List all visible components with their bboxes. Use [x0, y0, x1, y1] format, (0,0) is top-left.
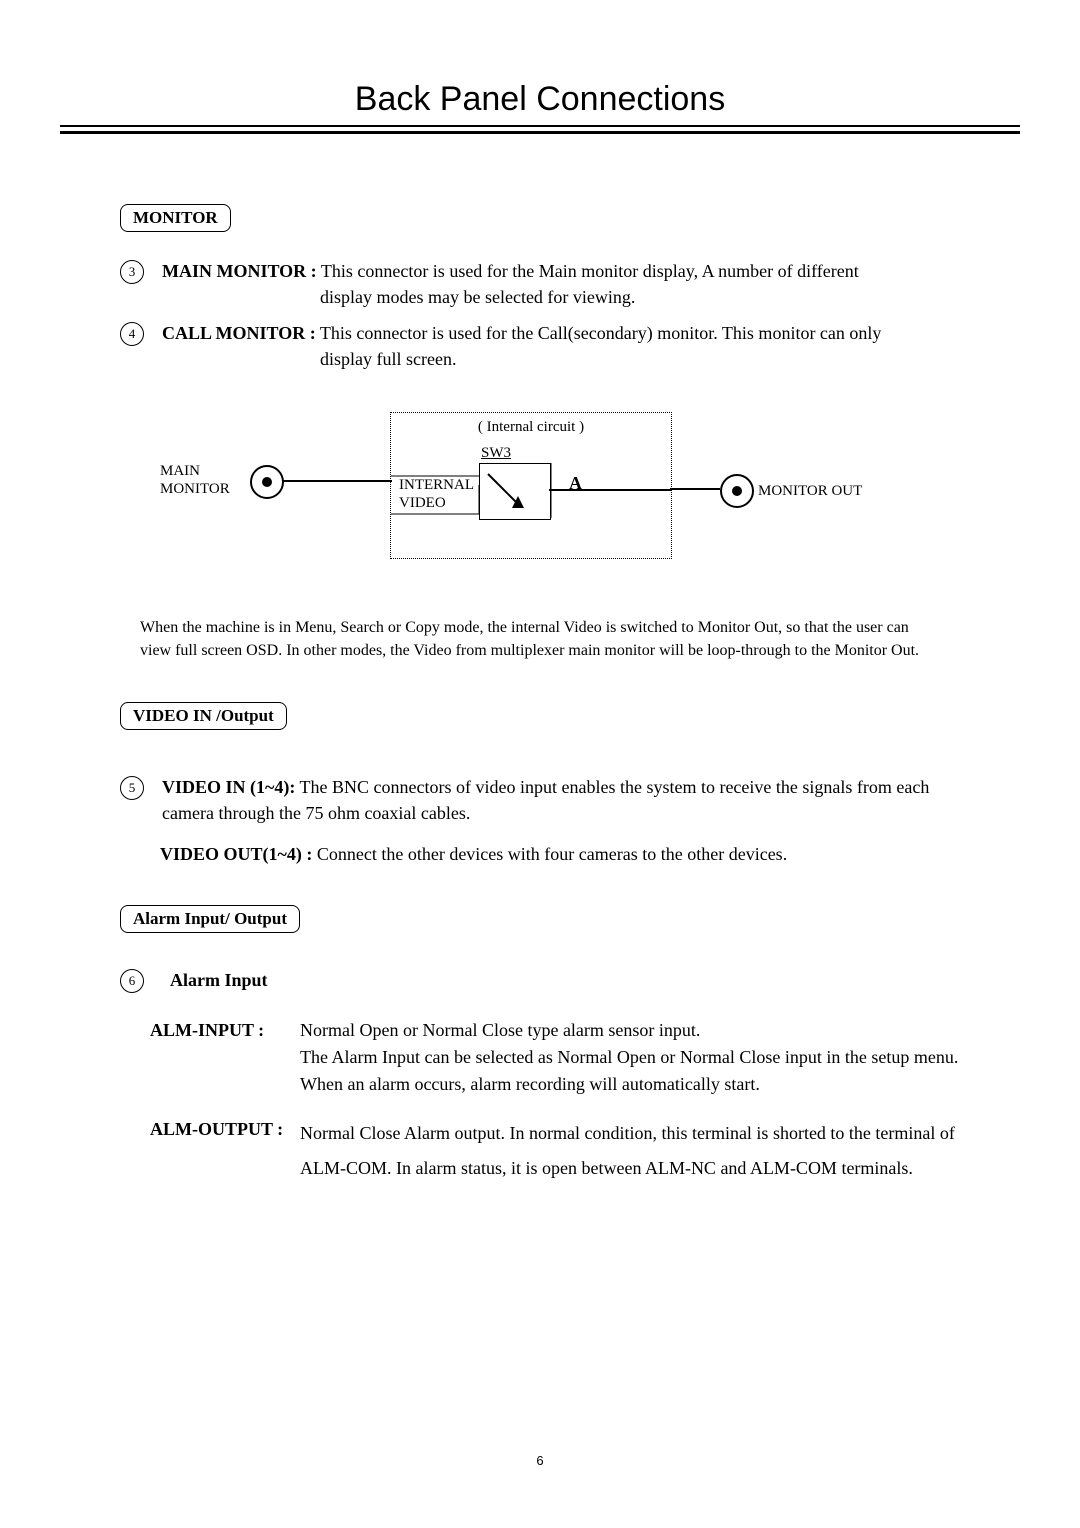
section-badge-video-io: VIDEO IN /Output — [120, 702, 287, 730]
switch-icon — [480, 464, 550, 519]
wire-line — [282, 479, 392, 483]
text-alm-output: Normal Close Alarm output. In normal con… — [300, 1116, 960, 1184]
label-call-monitor: CALL MONITOR : — [162, 323, 316, 343]
wire-line — [391, 475, 479, 515]
item-call-monitor: 4 CALL MONITOR : This connector is used … — [120, 320, 960, 372]
item-body: VIDEO IN (1~4): The BNC connectors of vi… — [162, 774, 960, 826]
page-number: 6 — [0, 1453, 1080, 1468]
bnc-dot-icon — [262, 477, 272, 487]
alarm-input-head: Alarm Input — [170, 970, 268, 991]
bnc-dot-icon — [732, 486, 742, 496]
item-body: MAIN MONITOR : This connector is used fo… — [162, 258, 859, 310]
page-title: Back Panel Connections — [60, 80, 1020, 119]
text-main-monitor-1: This connector is used for the Main moni… — [317, 261, 859, 281]
item-video-out: VIDEO OUT(1~4) : Connect the other devic… — [160, 844, 960, 865]
text-call-monitor-2: display full screen. — [320, 346, 881, 372]
label-alm-output: ALM-OUTPUT : — [150, 1116, 300, 1143]
text-alm-input: Normal Open or Normal Close type alarm s… — [300, 1017, 960, 1098]
item-main-monitor: 3 MAIN MONITOR : This connector is used … — [120, 258, 960, 310]
wire-line — [549, 488, 671, 492]
num-circle-4: 4 — [120, 322, 144, 346]
title-rule — [60, 125, 1020, 134]
wire-line — [549, 463, 553, 518]
section-badge-alarm: Alarm Input/ Output — [120, 905, 300, 933]
diag-label-sw3: SW3 — [481, 445, 511, 462]
diag-label-monitor-out: MONITOR OUT — [758, 483, 862, 500]
diag-label-main-monitor: MAIN MONITOR — [160, 462, 230, 498]
bnc-connector-icon — [720, 474, 754, 508]
circuit-diagram: MAIN MONITOR ( Internal circuit ) SW3 IN… — [160, 407, 960, 587]
section-badge-monitor: MONITOR — [120, 204, 231, 232]
label-alm-input: ALM-INPUT : — [150, 1017, 300, 1044]
num-circle-6: 6 — [120, 969, 144, 993]
bnc-connector-icon — [250, 465, 284, 499]
label-video-in: VIDEO IN (1~4): — [162, 777, 295, 797]
internal-circuit-box: ( Internal circuit ) SW3 INTERNAL VIDEO — [390, 412, 672, 559]
num-circle-5: 5 — [120, 776, 144, 800]
switch-box — [479, 463, 551, 520]
monitor-note: When the machine is in Menu, Search or C… — [120, 617, 960, 662]
item-alarm-input-head: 6 Alarm Input — [120, 967, 960, 993]
document-page: Back Panel Connections MONITOR 3 MAIN MO… — [0, 0, 1080, 1528]
item-body: CALL MONITOR : This connector is used fo… — [162, 320, 881, 372]
text-main-monitor-2: display modes may be selected for viewin… — [320, 284, 859, 310]
wire-line — [670, 487, 720, 491]
label-video-out: VIDEO OUT(1~4) : — [160, 844, 312, 864]
num-circle-3: 3 — [120, 260, 144, 284]
diag-label-internal-circuit: ( Internal circuit ) — [391, 419, 671, 436]
item-video-in: 5 VIDEO IN (1~4): The BNC connectors of … — [120, 774, 960, 826]
text-video-out: Connect the other devices with four came… — [312, 844, 787, 864]
text-call-monitor-1: This connector is used for the Call(seco… — [316, 323, 882, 343]
row-alm-input: ALM-INPUT : Normal Open or Normal Close … — [150, 1017, 960, 1098]
row-alm-output: ALM-OUTPUT : Normal Close Alarm output. … — [150, 1116, 960, 1184]
page-content: MONITOR 3 MAIN MONITOR : This connector … — [60, 204, 1020, 1185]
label-main-monitor: MAIN MONITOR : — [162, 261, 317, 281]
